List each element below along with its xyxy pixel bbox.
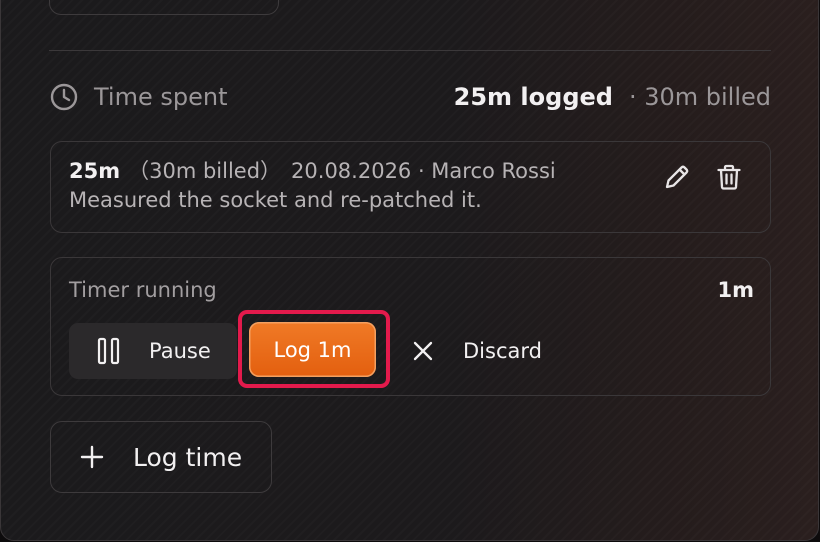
time-spent-header: Time spent 25m logged · 30m billed (49, 77, 771, 117)
discard-timer-button[interactable]: Discard (411, 323, 542, 379)
trash-icon (714, 162, 744, 196)
pause-label: Pause (149, 339, 211, 363)
discard-label: Discard (463, 339, 542, 363)
time-entry-meta: 25m （30m billed） 20.08.2026 · Marco Rossi (69, 155, 556, 185)
log-time-button[interactable]: Log time (50, 421, 272, 493)
section-divider (49, 50, 771, 51)
timer-status-label: Timer running (69, 278, 217, 302)
log-timer-button[interactable]: Log 1m (249, 322, 376, 377)
logged-total: 25m logged (453, 83, 613, 111)
previous-section-button[interactable] (49, 0, 279, 15)
time-entry-card: 25m （30m billed） 20.08.2026 · Marco Rossi … (50, 141, 771, 233)
time-summary: 25m logged · 30m billed (454, 83, 771, 111)
time-entry-date-author: 20.08.2026 · Marco Rossi (291, 159, 556, 183)
pause-icon (97, 337, 121, 365)
billed-total: · 30m billed (628, 83, 771, 111)
time-entry-duration: 25m (69, 159, 121, 183)
delete-entry-button[interactable] (712, 162, 746, 196)
log-time-label: Log time (133, 442, 243, 472)
plus-icon (79, 444, 105, 470)
running-timer-card: Timer running 1m Pause Log 1m Discard (50, 257, 771, 396)
time-entry-note: Measured the socket and re-patched it. (69, 188, 482, 212)
pencil-icon (662, 162, 692, 196)
time-spent-title: Time spent (94, 83, 228, 111)
time-entry-billed: （30m billed） (128, 159, 282, 183)
time-tracking-panel: Time spent 25m logged · 30m billed 25m （3… (0, 0, 819, 541)
edit-entry-button[interactable] (660, 162, 694, 196)
pause-timer-button[interactable]: Pause (69, 323, 237, 379)
clock-icon (49, 82, 79, 112)
timer-elapsed-value: 1m (717, 278, 755, 302)
close-icon (411, 339, 435, 363)
